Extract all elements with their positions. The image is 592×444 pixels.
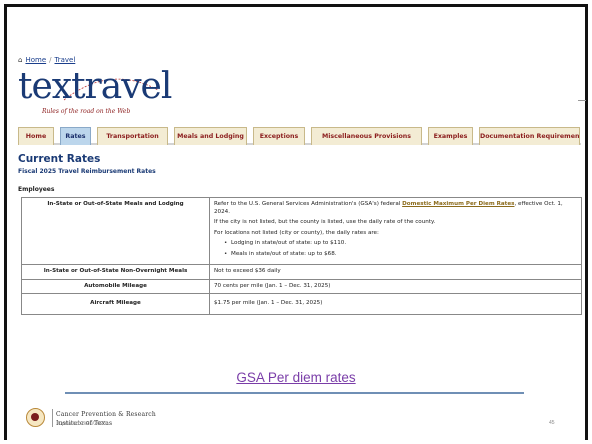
tab-examples[interactable]: Examples [428, 127, 473, 145]
rates-table: In-State or Out-of-State Meals and Lodgi… [21, 197, 582, 315]
slide-top-border [4, 4, 588, 7]
table-row: Automobile Mileage 70 cents per mile (Ja… [21, 278, 582, 294]
row-value-automobile-mileage: 70 cents per mile (Jan. 1 – Dec. 31, 202… [209, 278, 582, 294]
breadcrumb-travel-link[interactable]: Travel [54, 56, 75, 64]
breadcrumb-separator: / [49, 56, 52, 64]
list-item-meals: Meals in state/out of state: up to $68. [224, 251, 577, 259]
breadcrumb: ⌂ Home / Travel [18, 56, 75, 64]
table-row: In-State or Out-of-State Non-Overnight M… [21, 264, 582, 280]
tab-transportation[interactable]: Transportation [97, 127, 168, 145]
page-number: 45 [549, 420, 555, 426]
row-label-non-overnight-meals: In-State or Out-of-State Non-Overnight M… [21, 264, 210, 280]
table-row: In-State or Out-of-State Meals and Lodgi… [21, 197, 582, 265]
row-label-aircraft-mileage: Aircraft Mileage [21, 293, 210, 315]
slide: ⌂ Home / Travel textravel Rules of the r… [0, 0, 592, 444]
logo-wordmark: textravel [18, 66, 172, 107]
table-row: Aircraft Mileage $1.75 per mile (Jan. 1 … [21, 293, 582, 315]
county-rule-text: If the city is not listed, but the count… [214, 219, 436, 225]
textravel-logo[interactable]: textravel Rules of the road on the Web [18, 66, 172, 122]
nav-tabs: Home Rates Transportation Meals and Lodg… [18, 127, 581, 145]
tab-exceptions[interactable]: Exceptions [253, 127, 305, 145]
section-label-employees: Employees [18, 186, 55, 193]
seal-center [31, 413, 39, 421]
gsa-text-before: Refer to the U.S. General Services Admin… [214, 201, 403, 207]
row-label-meals-lodging: In-State or Out-of-State Meals and Lodgi… [21, 197, 210, 265]
footer-divider [52, 409, 53, 427]
gsa-reference-text: Refer to the U.S. General Services Admin… [214, 201, 577, 216]
domestic-per-diem-link[interactable]: Domestic Maximum Per Diem Rates [402, 201, 514, 207]
tab-documentation-requirements[interactable]: Documentation Requirements [479, 127, 580, 145]
logo-tagline: Rules of the road on the Web [42, 108, 131, 115]
footer-org-name-line1: Cancer Prevention & Research [56, 411, 156, 418]
tab-meals-and-lodging[interactable]: Meals and Lodging [174, 127, 247, 145]
divider-bar [65, 392, 524, 394]
row-value-meals-lodging: Refer to the U.S. General Services Admin… [209, 197, 582, 265]
row-value-non-overnight-meals: Not to exceed $36 daily [209, 264, 582, 280]
page-title: Current Rates [18, 153, 101, 165]
unlisted-locations-text: For locations not listed (city or county… [214, 229, 379, 236]
tab-miscellaneous-provisions[interactable]: Miscellaneous Provisions [311, 127, 422, 145]
daily-rates-list: Lodging in state/out of state: up to $11… [214, 240, 577, 258]
tab-home[interactable]: Home [18, 127, 54, 145]
row-value-aircraft-mileage: $1.75 per mile (Jan. 1 – Dec. 31, 2025) [209, 293, 582, 315]
cprit-seal-icon [26, 408, 45, 427]
gsa-per-diem-link[interactable]: GSA Per diem rates [0, 370, 592, 385]
decorative-dash [578, 100, 586, 101]
tab-rates[interactable]: Rates [60, 127, 91, 145]
list-item-lodging: Lodging in state/out of state: up to $11… [224, 240, 577, 248]
breadcrumb-home-link[interactable]: Home [25, 56, 46, 64]
page-subtitle: Fiscal 2025 Travel Reimbursement Rates [18, 168, 156, 175]
footer-updated-date: Updated: 8/20/2025 [58, 421, 107, 427]
row-label-automobile-mileage: Automobile Mileage [21, 278, 210, 294]
home-icon[interactable]: ⌂ [18, 56, 22, 64]
